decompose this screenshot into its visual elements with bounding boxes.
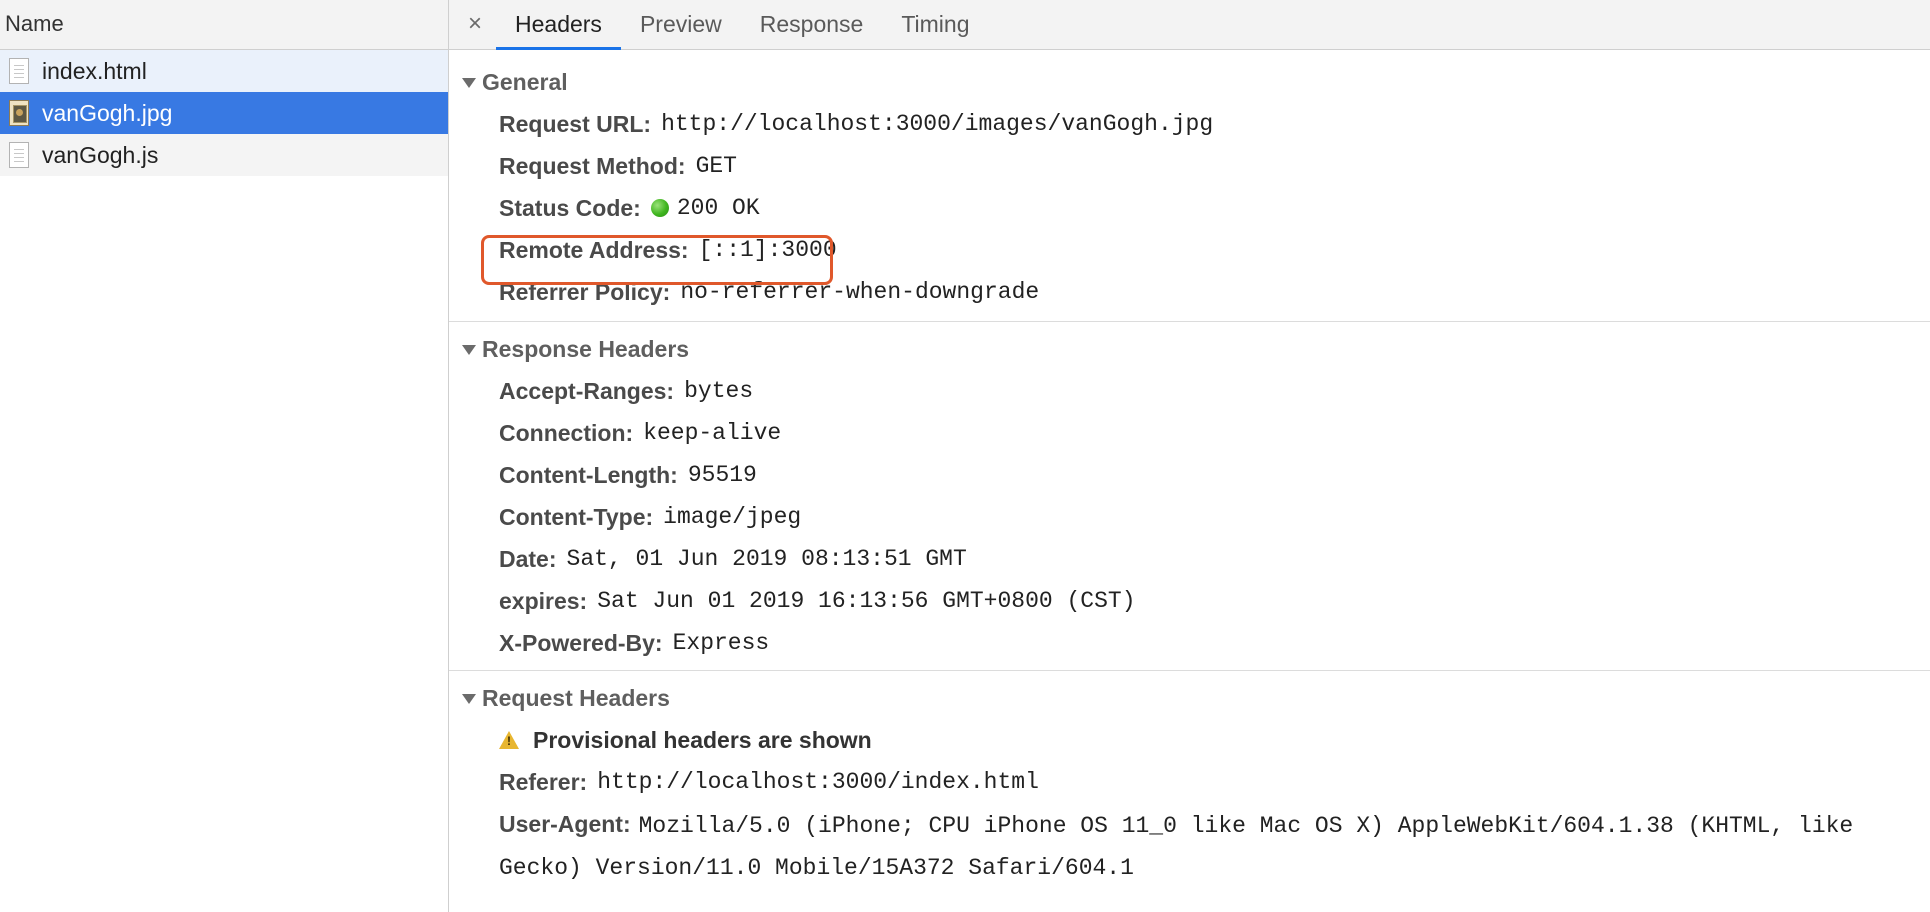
header-value: Express [672,630,770,656]
general-section-toggle[interactable]: General [449,61,1930,103]
section-title: Response Headers [482,335,690,362]
header-value: 200 OK [676,195,760,221]
name-column-header[interactable]: Name [0,0,448,50]
header-key: Request URL: [499,110,652,137]
tab-response[interactable]: Response [741,0,883,49]
response-headers-section: Response Headers Accept-Ranges: bytes Co… [449,322,1930,671]
response-header-row: Content-Type: image/jpeg [449,496,1930,538]
header-key: Date: [499,545,557,572]
remote-address-row: Remote Address: [::1]:3000 [449,229,1930,271]
image-icon [9,100,29,126]
detail-tab-bar: × Headers Preview Response Timing [449,0,1930,50]
request-method-row: Request Method: GET [449,145,1930,187]
user-agent-row: User-Agent: Mozilla/5.0 (iPhone; CPU iPho… [449,804,1930,888]
header-key: Accept-Ranges: [499,377,675,404]
header-value: GET [695,153,737,179]
header-key: Status Code: [499,194,641,221]
header-key: Referrer Policy: [499,278,671,305]
tab-headers[interactable]: Headers [496,0,621,50]
document-icon [9,58,29,84]
header-value: Sat Jun 01 2019 16:13:56 GMT+0800 (CST) [597,588,1136,614]
header-key: Connection: [499,419,634,446]
warning-icon: ! [499,731,519,749]
response-header-row: Accept-Ranges: bytes [449,370,1930,412]
tab-preview[interactable]: Preview [621,0,741,49]
header-value: Sat, 01 Jun 2019 08:13:51 GMT [566,546,967,572]
header-value: image/jpeg [663,504,802,530]
close-icon[interactable]: × [454,0,496,49]
referrer-policy-row: Referrer Policy: no-referrer-when-downgr… [449,271,1930,313]
header-value: http://localhost:3000/index.html [597,769,1039,795]
request-headers-section: Request Headers ! Provisional headers ar… [449,671,1930,888]
header-value: keep-alive [643,420,782,446]
provisional-headers-warning: ! Provisional headers are shown [449,719,1930,761]
header-value: http://localhost:3000/images/vanGogh.jpg [661,111,1214,137]
request-list-panel: Name index.html vanGogh.jpg vanGogh.js [0,0,449,912]
header-key: X-Powered-By: [499,629,663,656]
response-header-row: expires: Sat Jun 01 2019 16:13:56 GMT+08… [449,580,1930,622]
header-key: Remote Address: [499,236,689,263]
request-row-label: index.html [42,57,147,84]
request-row-index-html[interactable]: index.html [0,50,448,92]
collapse-triangle-icon [462,694,476,704]
section-title: General [482,68,568,95]
request-detail-panel: × Headers Preview Response Timing Genera… [449,0,1930,912]
status-ok-icon [650,199,669,217]
request-row-label: vanGogh.jpg [42,99,173,126]
request-row-label: vanGogh.js [42,141,159,168]
status-code-row: Status Code: 200 OK [449,187,1930,229]
response-header-row: Date: Sat, 01 Jun 2019 08:13:51 GMT [449,538,1930,580]
request-url-row: Request URL: http://localhost:3000/image… [449,103,1930,145]
header-key: Request Method: [499,152,686,179]
response-header-row: Connection: keep-alive [449,412,1930,454]
document-icon [9,142,29,168]
section-title: Request Headers [482,684,670,711]
request-headers-section-toggle[interactable]: Request Headers [449,677,1930,719]
header-key: User-Agent: [499,811,631,837]
header-value: 95519 [687,462,757,488]
response-headers-section-toggle[interactable]: Response Headers [449,328,1930,370]
header-key: expires: [499,587,588,614]
header-value: bytes [684,378,754,404]
header-key: Content-Type: [499,503,654,530]
header-key: Referer: [499,768,588,795]
collapse-triangle-icon [462,78,476,88]
header-value: Mozilla/5.0 (iPhone; CPU iPhone OS 11_0 … [499,813,1854,881]
request-row-vangogh-jpg[interactable]: vanGogh.jpg [0,92,448,134]
tab-timing[interactable]: Timing [882,0,988,49]
header-value: no-referrer-when-downgrade [680,279,1040,305]
response-header-row: Content-Length: 95519 [449,454,1930,496]
header-value: [::1]:3000 [698,237,837,263]
collapse-triangle-icon [462,345,476,355]
warning-text: Provisional headers are shown [533,726,872,753]
referer-row: Referer: http://localhost:3000/index.htm… [449,761,1930,803]
response-header-row: X-Powered-By: Express [449,622,1930,664]
request-row-vangogh-js[interactable]: vanGogh.js [0,134,448,176]
header-key: Content-Length: [499,461,678,488]
general-section: General Request URL: http://localhost:30… [449,50,1930,322]
